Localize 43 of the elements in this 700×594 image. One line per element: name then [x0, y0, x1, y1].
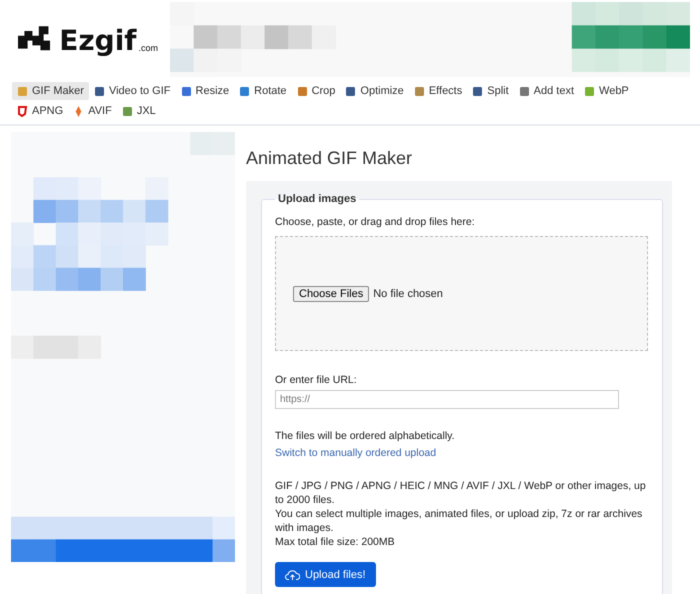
- nav-icon: [472, 86, 484, 96]
- info-text: GIF / JPG / PNG / APNG / HEIC / MNG / AVIF / JXL / WebP or other images, up to 2000 files.: [275, 479, 647, 507]
- logo-suffix: .com: [138, 43, 158, 55]
- nav-icon: [518, 86, 530, 96]
- upload-cloud-icon: [285, 568, 300, 580]
- drop-zone[interactable]: Choose Files No file chosen: [275, 236, 648, 351]
- nav-item[interactable]: Effects: [408, 82, 468, 100]
- nav-icon: [584, 86, 596, 96]
- choose-files-button[interactable]: Choose Files: [293, 286, 370, 302]
- info-text: Max total file size: 200MB: [275, 535, 396, 549]
- nav-icon: [17, 106, 28, 116]
- nav-item[interactable]: Add text: [514, 82, 580, 100]
- nav-icon: [180, 86, 192, 96]
- page-title: Animated GIF Maker: [246, 148, 414, 169]
- upload-button[interactable]: Upload files!: [275, 562, 376, 587]
- url-label: Or enter file URL:: [275, 373, 358, 387]
- nav-item[interactable]: Resize: [176, 82, 234, 100]
- nav-item[interactable]: APNG: [12, 102, 68, 120]
- nav-icon: [17, 86, 28, 96]
- fieldset-legend: Upload images: [275, 193, 360, 205]
- drop-label: Choose, paste, or drag and drop files here:: [275, 215, 476, 229]
- nav-icon: [414, 86, 425, 96]
- nav-icon: [122, 106, 133, 116]
- order-note: The files will be ordered alphabetically.: [275, 429, 456, 443]
- nav-icon: [73, 106, 84, 116]
- nav-item[interactable]: Split: [467, 82, 514, 100]
- file-status: No file chosen: [373, 286, 443, 300]
- nav-item[interactable]: WebP: [579, 82, 634, 100]
- nav-item[interactable]: Crop: [292, 82, 340, 100]
- nav-item[interactable]: JXL: [116, 102, 161, 120]
- nav-icon: [94, 86, 105, 96]
- nav-icon: [345, 86, 356, 96]
- nav-item[interactable]: AVIF: [68, 102, 117, 120]
- order-link[interactable]: Switch to manually ordered upload: [275, 446, 436, 460]
- nav-icon: [239, 86, 250, 96]
- nav-item[interactable]: Rotate: [234, 82, 292, 100]
- logo-text[interactable]: Ezgif: [59, 27, 136, 55]
- url-field[interactable]: https://: [275, 390, 619, 409]
- nav-item[interactable]: Video to GIF: [88, 82, 176, 100]
- nav-item[interactable]: GIF Maker: [12, 82, 89, 100]
- nav-icon: [296, 86, 308, 96]
- nav-item[interactable]: Optimize: [340, 82, 409, 100]
- info-text: You can select multiple images, animated files, or upload zip, 7z or rar archives with images.: [275, 507, 644, 535]
